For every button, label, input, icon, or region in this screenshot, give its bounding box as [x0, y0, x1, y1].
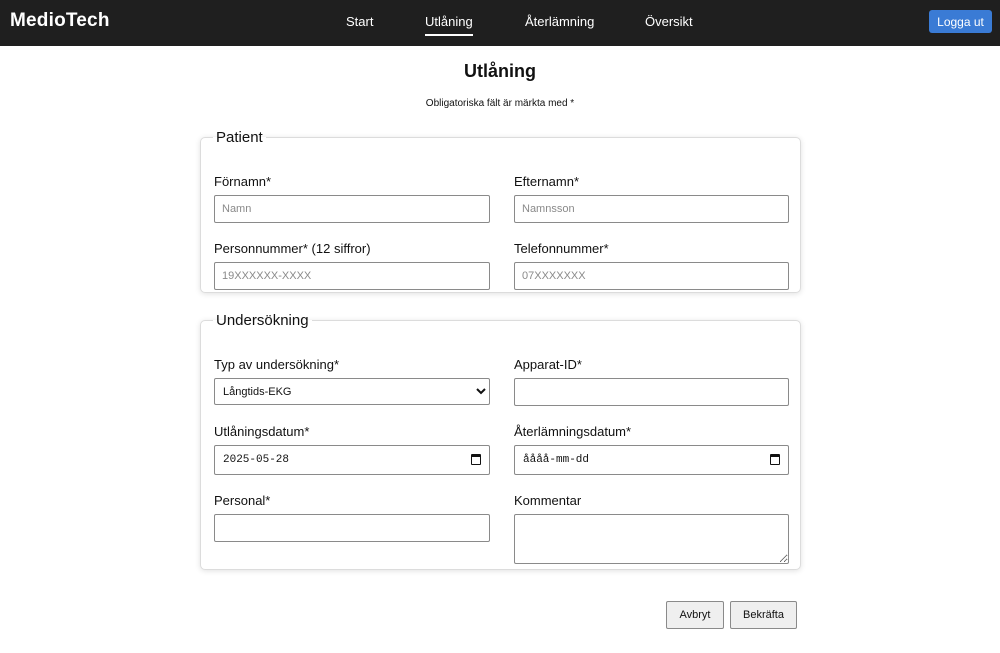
phone-label: Telefonnummer*: [514, 241, 609, 256]
device-id-input[interactable]: [514, 378, 789, 406]
first-name-label: Förnamn*: [214, 174, 272, 189]
patient-legend: Patient: [216, 129, 263, 146]
first-name-input[interactable]: [214, 195, 490, 223]
examination-legend: Undersökning: [216, 312, 309, 329]
nav-overview[interactable]: Översikt: [645, 14, 693, 29]
personal-number-input[interactable]: [214, 262, 490, 290]
exam-type-select[interactable]: Långtids-EKG: [214, 378, 490, 405]
personal-number-label: Personnummer* (12 siffror): [214, 241, 371, 256]
top-navigation-bar: MedioTech Start Utlåning Återlämning Öve…: [0, 0, 1000, 46]
staff-input[interactable]: [214, 514, 490, 542]
cancel-button[interactable]: Avbryt: [666, 601, 724, 629]
last-name-input[interactable]: [514, 195, 789, 223]
logout-button[interactable]: Logga ut: [929, 10, 992, 33]
confirm-button[interactable]: Bekräfta: [730, 601, 797, 629]
nav-return[interactable]: Återlämning: [525, 14, 594, 29]
comment-label: Kommentar: [514, 493, 582, 508]
examination-section: Undersökning Typ av undersökning* Långti…: [200, 312, 801, 570]
staff-label: Personal*: [214, 493, 271, 508]
return-date-label: Återlämningsdatum*: [514, 424, 632, 439]
page-title: Utlåning: [464, 61, 536, 81]
loan-date-input[interactable]: 2025-05-28: [214, 445, 490, 475]
comment-textarea[interactable]: [514, 514, 789, 564]
last-name-label: Efternamn*: [514, 174, 580, 189]
loan-date-label: Utlåningsdatum*: [214, 424, 310, 439]
return-date-input[interactable]: åååå-mm-dd: [514, 445, 789, 475]
required-fields-note: Obligatoriska fält är märkta med *: [425, 98, 575, 109]
patient-section: Patient Förnamn* Efternamn* Personnummer…: [200, 129, 801, 293]
phone-input[interactable]: [514, 262, 789, 290]
brand-logo[interactable]: MedioTech: [10, 10, 110, 32]
device-id-label: Apparat-ID*: [514, 357, 582, 372]
nav-loan[interactable]: Utlåning: [425, 14, 473, 36]
return-date-value: åååå-mm-dd: [523, 454, 590, 466]
exam-type-label: Typ av undersökning*: [214, 357, 340, 372]
loan-date-value: 2025-05-28: [223, 454, 290, 466]
calendar-icon[interactable]: [471, 454, 481, 465]
calendar-icon[interactable]: [770, 454, 780, 465]
nav-start[interactable]: Start: [346, 14, 373, 29]
